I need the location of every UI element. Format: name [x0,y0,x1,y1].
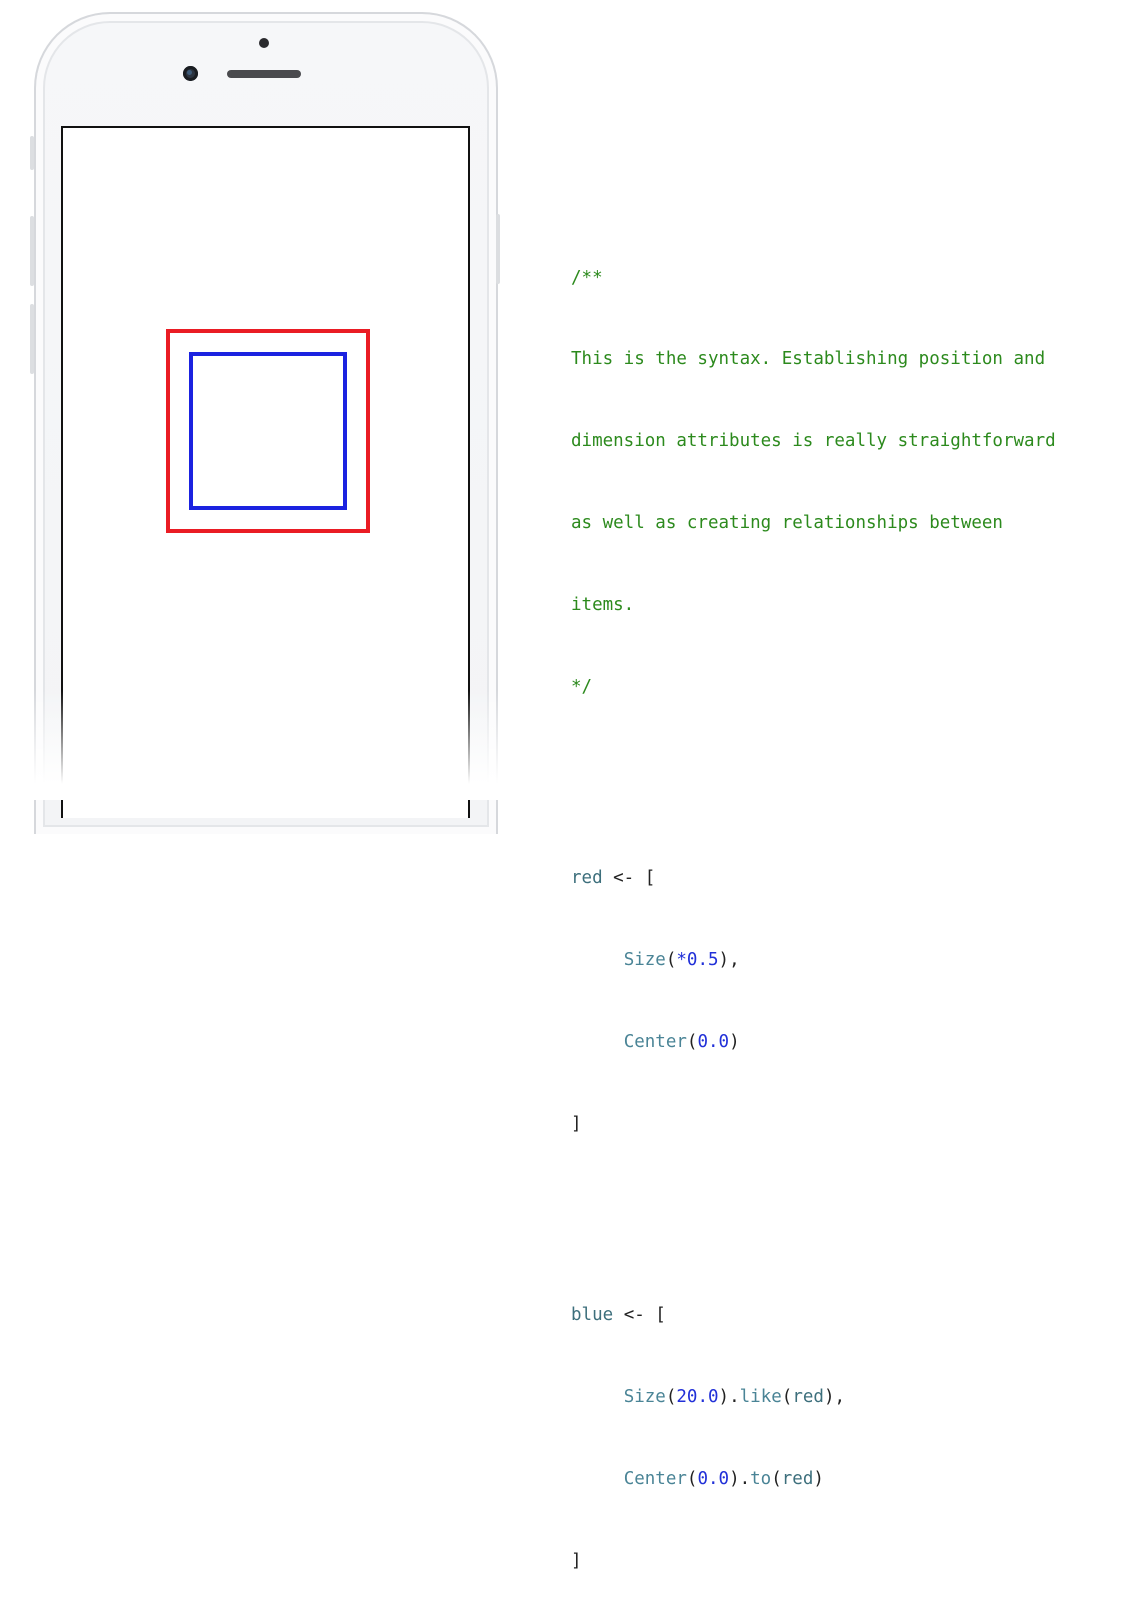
size-function: Size [623,1386,666,1407]
red-identifier: red [571,868,603,889]
red-arrow: <- [ [602,868,656,889]
center-argument: 0.0 [697,1031,730,1052]
proximity-sensor [259,38,269,48]
power-button [496,214,500,284]
front-camera-icon [183,66,198,81]
red-center-line: Center(0.0) [623,1031,740,1052]
to-argument: red [781,1468,814,1489]
size-argument: *0.5 [676,950,719,971]
comment-line: dimension attributes is really straightf… [571,431,1056,452]
comment-open: /** [571,267,603,288]
code-listing: /** This is the syntax. Establishing pos… [571,210,1056,1600]
blue-square [189,352,347,510]
blue-size-line: Size(20.0).like(red), [623,1386,846,1407]
volume-up-button [30,216,34,286]
red-close-bracket: ] [571,1113,582,1134]
blue-declaration: blue <- [ [571,1302,1056,1329]
comment-line: as well as creating relationships betwee… [571,513,1003,534]
blue-arrow: <- [ [613,1304,666,1325]
center-argument: 0.0 [697,1468,730,1489]
comment-line: items. [571,595,635,616]
size-argument: 20.0 [676,1386,719,1407]
comment-close: */ [571,677,593,698]
like-function: like [739,1386,782,1407]
red-size-line: Size(*0.5), [623,950,740,971]
red-declaration: red <- [ [571,865,1056,892]
center-function: Center [623,1468,687,1489]
silent-switch [30,136,34,170]
blue-close-bracket: ] [571,1550,582,1571]
center-function: Center [623,1031,687,1052]
blue-identifier: blue [571,1304,614,1325]
earpiece-speaker [227,70,301,78]
blue-center-line: Center(0.0).to(red) [623,1468,824,1489]
like-argument: red [792,1386,824,1407]
comment-line: This is the syntax. Establishing positio… [571,349,1046,370]
to-function: to [750,1468,772,1489]
size-function: Size [623,950,666,971]
volume-down-button [30,304,34,374]
